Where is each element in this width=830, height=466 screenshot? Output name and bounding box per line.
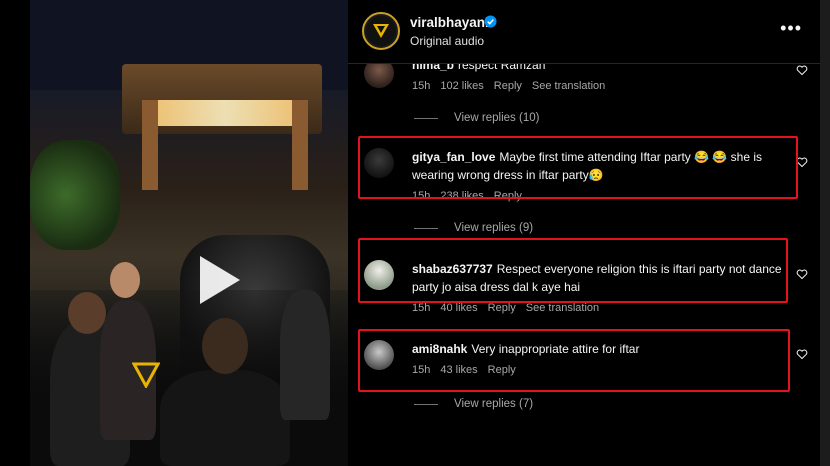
more-options-icon[interactable]: ••• bbox=[780, 19, 802, 37]
post-header: viralbhayani Original audio ••• bbox=[348, 0, 820, 64]
view-replies-button[interactable]: View replies (7) bbox=[414, 398, 533, 410]
comment-time: 15h bbox=[412, 80, 431, 92]
account-avatar[interactable] bbox=[362, 12, 400, 50]
comment-body: shabaz637737 Respect everyone religion th… bbox=[412, 260, 782, 296]
comment-time: 15h bbox=[412, 190, 431, 202]
see-translation-link[interactable]: See translation bbox=[526, 302, 599, 314]
comment-text: Very inappropriate attire for iftar bbox=[471, 342, 640, 356]
replies-divider bbox=[414, 117, 438, 119]
comment-likes[interactable]: 40 likes bbox=[440, 302, 477, 314]
view-replies-label: View replies (10) bbox=[454, 112, 540, 124]
see-translation-link[interactable]: See translation bbox=[532, 80, 605, 92]
comment-body: gitya_fan_love Maybe first time attending… bbox=[412, 148, 782, 184]
comment-username[interactable]: ami8nahk bbox=[412, 342, 467, 356]
person-head bbox=[110, 262, 140, 298]
comment-username[interactable]: shabaz637737 bbox=[412, 262, 493, 276]
person-head bbox=[202, 318, 248, 374]
view-replies-button[interactable]: View replies (9) bbox=[414, 222, 533, 234]
replies-divider bbox=[414, 403, 438, 405]
brand-logo-icon bbox=[373, 24, 389, 38]
comment-time: 15h bbox=[412, 302, 431, 314]
highlight-box bbox=[358, 329, 790, 392]
person-head bbox=[68, 292, 106, 334]
audio-label[interactable]: Original audio bbox=[410, 34, 484, 48]
comment-meta: 15h 238 likes Reply bbox=[412, 190, 522, 202]
like-heart-icon[interactable] bbox=[796, 348, 808, 360]
watermark-logo bbox=[132, 362, 160, 388]
comment-time: 15h bbox=[412, 364, 431, 376]
video-player[interactable] bbox=[30, 0, 348, 466]
play-button[interactable] bbox=[180, 244, 252, 316]
view-replies-button[interactable]: View replies (10) bbox=[414, 112, 539, 124]
person bbox=[280, 290, 330, 420]
comment-likes[interactable]: 43 likes bbox=[440, 364, 477, 376]
trees bbox=[30, 140, 120, 250]
pillar bbox=[142, 100, 158, 190]
reply-button[interactable]: Reply bbox=[494, 190, 522, 202]
comment-likes[interactable]: 102 likes bbox=[440, 80, 483, 92]
comment-meta: 15h 40 likes Reply See translation bbox=[412, 302, 599, 314]
reply-button[interactable]: Reply bbox=[494, 80, 522, 92]
reply-button[interactable]: Reply bbox=[488, 302, 516, 314]
like-heart-icon[interactable] bbox=[796, 156, 808, 168]
commenter-avatar[interactable] bbox=[364, 260, 394, 290]
comment-username[interactable]: gitya_fan_love bbox=[412, 150, 495, 164]
person bbox=[160, 370, 290, 466]
verified-badge-icon bbox=[484, 15, 497, 28]
reply-button[interactable]: Reply bbox=[488, 364, 516, 376]
replies-divider bbox=[414, 227, 438, 229]
view-replies-label: View replies (9) bbox=[454, 222, 534, 234]
pillar bbox=[292, 100, 308, 190]
account-username[interactable]: viralbhayani bbox=[410, 15, 489, 30]
like-heart-icon[interactable] bbox=[796, 268, 808, 280]
comment-meta: 15h 43 likes Reply bbox=[412, 364, 516, 376]
window-edge bbox=[820, 0, 830, 466]
comments-panel: viralbhayani Original audio ••• nima_b re… bbox=[348, 0, 820, 466]
comment-meta: 15h 102 likes Reply See translation bbox=[412, 80, 605, 92]
comment-likes[interactable]: 238 likes bbox=[440, 190, 483, 202]
play-icon bbox=[200, 256, 240, 304]
view-replies-label: View replies (7) bbox=[454, 398, 534, 410]
like-heart-icon[interactable] bbox=[796, 64, 808, 76]
comment-body: ami8nahk Very inappropriate attire for if… bbox=[412, 340, 782, 358]
commenter-avatar[interactable] bbox=[364, 148, 394, 178]
commenter-avatar[interactable] bbox=[364, 340, 394, 370]
canopy-lights bbox=[150, 100, 300, 126]
